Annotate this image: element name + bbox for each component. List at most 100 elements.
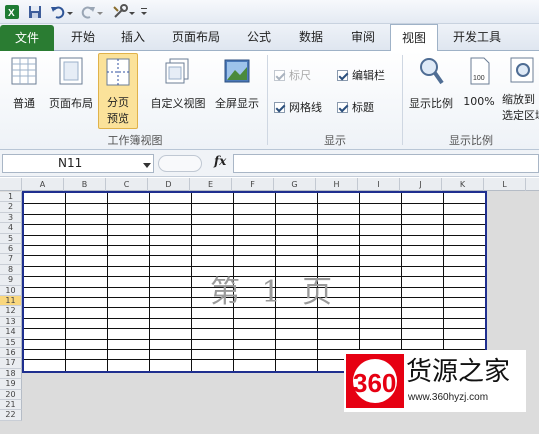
row-header-5[interactable]: 5: [0, 233, 22, 244]
zoom-100-icon: 100: [470, 57, 490, 85]
gridline-row: [24, 255, 485, 257]
insert-function-icon[interactable]: fx: [214, 154, 226, 168]
tab-home[interactable]: 开始: [60, 24, 106, 51]
headings-label: 标题: [352, 101, 374, 114]
row-header-14[interactable]: 14: [0, 327, 22, 338]
custom-views-button[interactable]: 自定义视图: [147, 55, 209, 115]
gridlines-checkbox[interactable]: 网格线: [274, 101, 322, 115]
column-header-d[interactable]: D: [148, 178, 190, 191]
tab-review[interactable]: 审阅: [340, 24, 386, 51]
page-layout-view-button[interactable]: 页面布局: [46, 55, 96, 115]
zoom-to-selection-label-2: 选定区域: [502, 109, 539, 122]
ruler-check-icon: [274, 70, 285, 81]
row-header-7[interactable]: 7: [0, 254, 22, 265]
svg-text:360: 360: [353, 368, 396, 398]
zoom-to-selection-button[interactable]: 缩放到 选定区域: [500, 55, 539, 131]
column-header-g[interactable]: G: [274, 178, 316, 191]
gridlines-check-icon: [274, 102, 285, 113]
svg-text:100: 100: [473, 75, 485, 82]
zoom-label: 显示比例: [409, 97, 453, 110]
column-header-b[interactable]: B: [64, 178, 106, 191]
column-header-e[interactable]: E: [190, 178, 232, 191]
formula-bar: N11 fx: [0, 150, 539, 177]
ribbon-tabs: 文件 开始 插入 页面布局 公式 数据 审阅 视图 开发工具: [0, 24, 539, 52]
workbook-views-group-label: 工作簿视图: [107, 134, 163, 147]
row-header-9[interactable]: 9: [0, 275, 22, 286]
page-break-preview-button[interactable]: 分页 预览: [98, 53, 138, 129]
zoom-button[interactable]: 显示比例: [405, 55, 457, 115]
custom-views-icon: [165, 58, 189, 84]
row-header-1[interactable]: 1: [0, 192, 22, 203]
tab-formulas[interactable]: 公式: [236, 24, 282, 51]
formula-bar-label: 编辑栏: [352, 69, 385, 82]
column-header-c[interactable]: C: [106, 178, 148, 191]
column-header-j[interactable]: J: [400, 178, 442, 191]
svg-text:www.360hyzj.com: www.360hyzj.com: [407, 392, 488, 403]
tools-dropdown-icon[interactable]: [128, 4, 136, 20]
row-header-16[interactable]: 16: [0, 348, 22, 359]
column-header-i[interactable]: I: [358, 178, 400, 191]
row-header-3[interactable]: 3: [0, 212, 22, 224]
tab-file[interactable]: 文件: [0, 25, 54, 51]
select-all-corner[interactable]: [0, 178, 22, 191]
redo-dropdown-icon[interactable]: [96, 4, 104, 20]
row-header-12[interactable]: 12: [0, 306, 22, 317]
gridline-row: [24, 234, 485, 236]
save-icon[interactable]: [27, 4, 43, 20]
undo-dropdown-icon[interactable]: [66, 4, 74, 20]
name-box-dropdown-icon[interactable]: [143, 159, 151, 172]
tab-page-layout[interactable]: 页面布局: [162, 24, 230, 51]
ruler-checkbox[interactable]: 标尺: [274, 69, 311, 83]
column-header-k[interactable]: K: [442, 178, 484, 191]
zoom-to-selection-label-1: 缩放到: [502, 93, 535, 106]
excel-app-icon[interactable]: X: [4, 4, 20, 20]
row-header-15[interactable]: 15: [0, 337, 22, 348]
row-header-6[interactable]: 6: [0, 244, 22, 255]
row-header-22[interactable]: 22: [0, 410, 22, 421]
name-box[interactable]: N11: [2, 154, 154, 173]
customize-toolbar-icon[interactable]: [139, 4, 149, 20]
gridline-row: [24, 213, 485, 215]
row-header-17[interactable]: 17: [0, 358, 22, 369]
magnifier-icon: [420, 58, 444, 85]
redo-icon[interactable]: [80, 4, 96, 20]
gridline-column: [65, 193, 66, 371]
row-header-13[interactable]: 13: [0, 316, 22, 328]
row-header-20[interactable]: 20: [0, 389, 22, 400]
print-area[interactable]: 第 1 页: [22, 191, 487, 373]
tab-insert[interactable]: 插入: [110, 24, 156, 51]
tab-data[interactable]: 数据: [288, 24, 334, 51]
formula-input[interactable]: [233, 154, 539, 173]
gridline-row: [24, 203, 485, 205]
row-header-21[interactable]: 21: [0, 400, 22, 411]
row-header-8[interactable]: 8: [0, 264, 22, 276]
column-headers: ABCDEFGHIJKL: [0, 178, 539, 191]
tools-icon[interactable]: [112, 4, 128, 20]
row-header-11[interactable]: 11: [0, 296, 22, 307]
column-header-f[interactable]: F: [232, 178, 274, 191]
normal-view-button[interactable]: 普通: [4, 55, 44, 115]
site-logo: 360 货源之家 www.360hyzj.com: [344, 350, 526, 412]
headings-checkbox[interactable]: 标题: [337, 101, 374, 115]
column-header-a[interactable]: A: [22, 178, 64, 191]
undo-icon[interactable]: [50, 4, 66, 20]
gridlines-label: 网格线: [289, 101, 322, 114]
zoom-100-button[interactable]: 100 100%: [460, 55, 498, 115]
formula-bar-expander[interactable]: [158, 155, 202, 172]
row-header-10[interactable]: 10: [0, 285, 22, 296]
full-screen-button[interactable]: 全屏显示: [211, 55, 263, 115]
row-header-2[interactable]: 2: [0, 202, 22, 213]
row-header-19[interactable]: 19: [0, 379, 22, 390]
formula-bar-checkbox[interactable]: 编辑栏: [337, 69, 385, 83]
tab-view[interactable]: 视图: [390, 24, 438, 52]
quick-access-toolbar: X: [0, 0, 539, 24]
row-header-4[interactable]: 4: [0, 223, 22, 234]
gridline-row: [24, 224, 485, 226]
row-header-18[interactable]: 18: [0, 368, 22, 380]
column-header-h[interactable]: H: [316, 178, 358, 191]
column-header-l[interactable]: L: [484, 178, 526, 191]
show-group-label: 显示: [324, 134, 346, 147]
page-watermark: 第 1 页: [210, 275, 339, 310]
name-box-value: N11: [58, 156, 83, 170]
tab-developer[interactable]: 开发工具: [444, 24, 510, 51]
